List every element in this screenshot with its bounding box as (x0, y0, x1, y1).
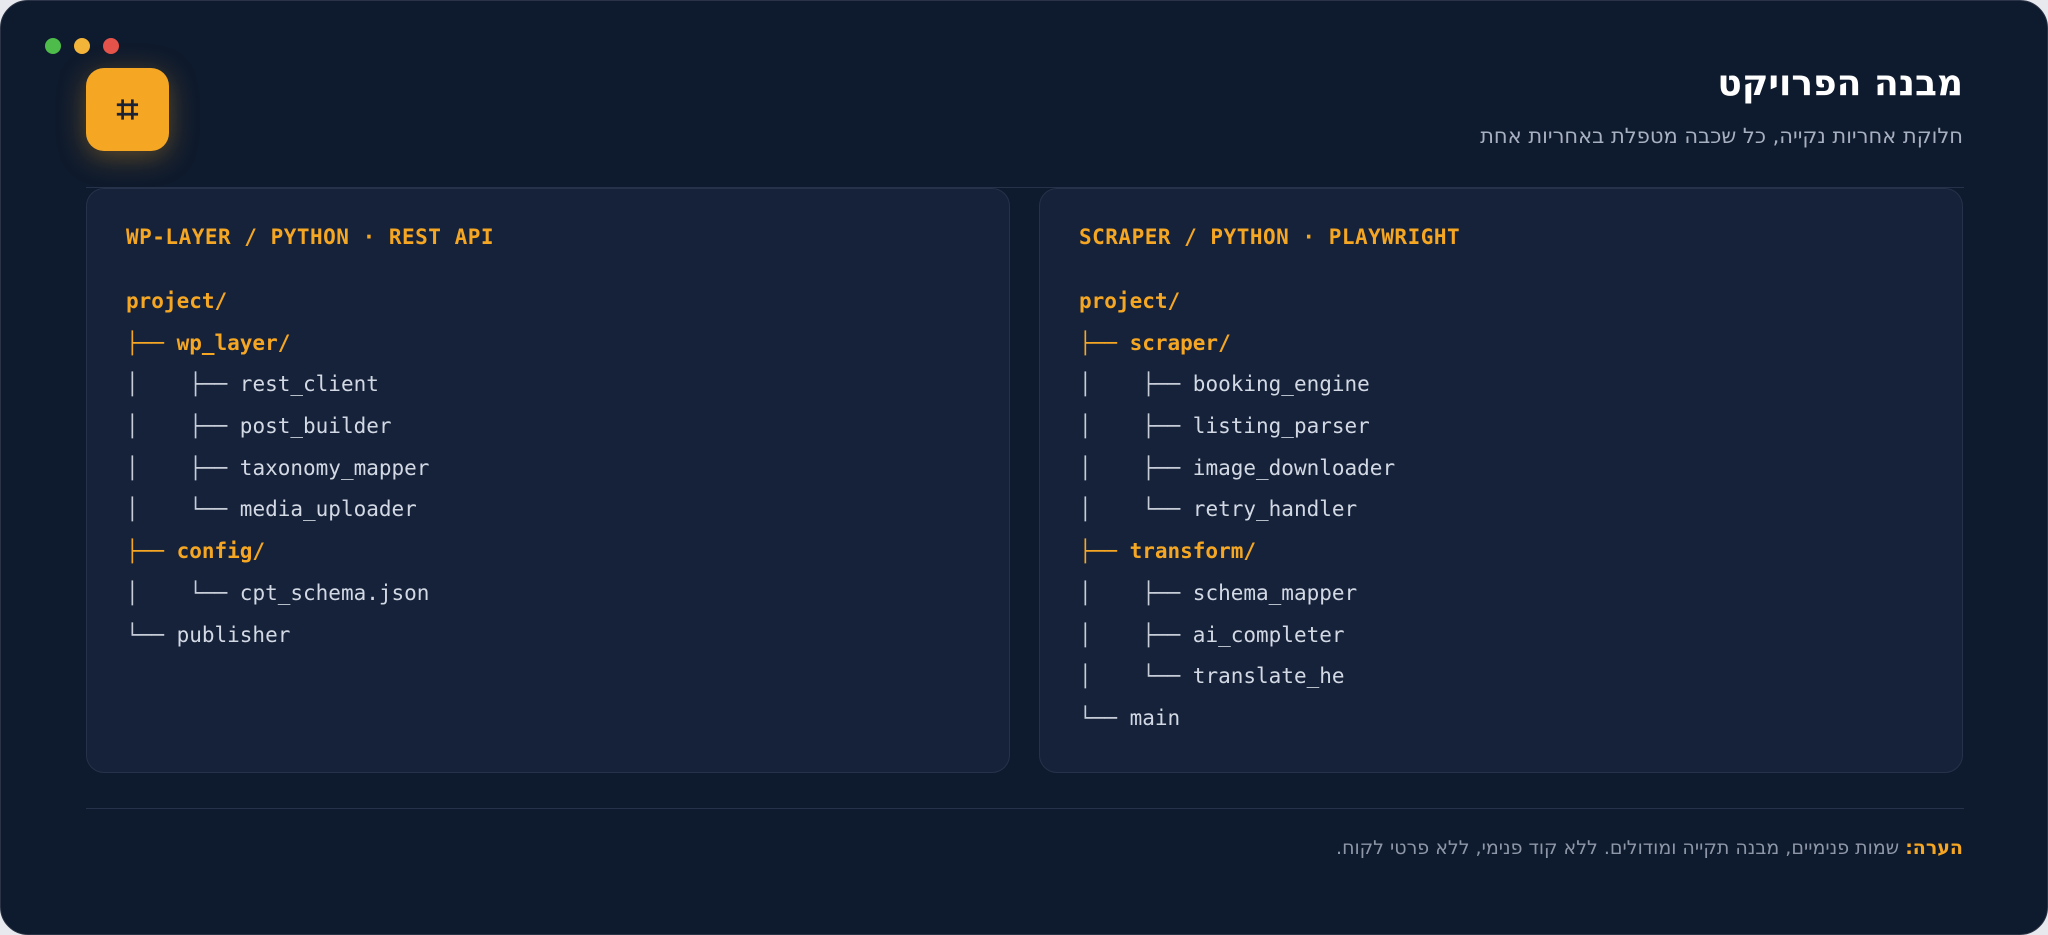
tree-entry-name: translate_he (1192, 664, 1345, 689)
tree-file: │ ├── booking_engine (1079, 364, 1395, 406)
tree-branch: │ ├── (126, 372, 240, 397)
tree-entry-name: project/ (126, 289, 228, 313)
tree-entry-name: publisher (176, 622, 291, 647)
tree-folder: ├── transform/ (1079, 531, 1395, 573)
tree-folder: ├── wp_layer/ (126, 323, 429, 365)
tree-file: │ └── cpt_schema.json (126, 573, 429, 615)
tree-entry-name: retry_handler (1192, 497, 1358, 522)
tree-branch: └── (126, 622, 177, 647)
file-tree: project/├── wp_layer/│ ├── rest_client │ … (126, 281, 429, 656)
tree-file: └── publisher (126, 615, 429, 657)
note-label: הערה: (1905, 837, 1963, 859)
tree-entry-name: taxonomy_mapper (239, 455, 430, 480)
close-button[interactable] (103, 38, 119, 54)
tree-file: │ ├── schema_mapper (1079, 573, 1395, 615)
tree-file: └── main (1079, 698, 1395, 740)
app-window: ⌗ מבנה הפרויקט חלוקת אחריות נקייה, כל שכ… (0, 0, 2048, 935)
tree-branch: │ ├── (1079, 372, 1193, 397)
tree-branch: │ └── (126, 580, 240, 605)
tree-file: │ ├── listing_parser (1079, 406, 1395, 448)
minimize-button[interactable] (74, 38, 90, 54)
panel-scraper: SCRAPER / PYTHON · PLAYWRIGHT project/ ├─… (1039, 188, 1963, 773)
panel-wp-layer: WP-LAYER / PYTHON · REST API project/ ├──… (86, 188, 1010, 773)
tree-entry-name: schema_mapper (1192, 580, 1358, 605)
tree-file: │ └── retry_handler (1079, 489, 1395, 531)
tree-entry-name: config/ (176, 539, 266, 564)
tree-branch: │ ├── (126, 455, 240, 480)
page-subtitle: חלוקת אחריות נקייה, כל שכבה מטפלת באחריו… (1480, 124, 1963, 148)
tree-folder: ├── scraper/ (1079, 323, 1395, 365)
tree-file: │ ├── ai_completer (1079, 615, 1395, 657)
tree-entry-name: image_downloader (1192, 455, 1396, 480)
tree-entry-name: ai_completer (1192, 622, 1345, 647)
tree-file: │ ├── taxonomy_mapper (126, 448, 429, 490)
tree-branch: ├── (126, 330, 177, 355)
tree-folder: ├── config/ (126, 531, 429, 573)
tree-file: │ ├── rest_client (126, 364, 429, 406)
tree-branch: │ ├── (1079, 580, 1193, 605)
tree-branch: └── (1079, 705, 1130, 730)
hash-icon: ⌗ (86, 68, 169, 151)
tree-branch: │ ├── (1079, 455, 1193, 480)
tree-entry-name: media_uploader (239, 497, 417, 522)
tree-branch: ├── (1079, 539, 1130, 564)
file-tree: project/├── scraper/│ ├── booking_engine… (1079, 281, 1395, 740)
tree-entry-name: booking_engine (1192, 372, 1370, 397)
tree-entry-name: wp_layer/ (176, 330, 291, 355)
tree-folder: project/ (1079, 281, 1395, 323)
tree-entry-name: scraper/ (1129, 330, 1231, 355)
tree-branch: │ └── (126, 497, 240, 522)
tree-entry-name: transform/ (1129, 539, 1257, 564)
tree-entry-name: post_builder (239, 414, 392, 439)
tree-branch: ├── (1079, 330, 1130, 355)
footer-note: הערה: שמות פנימיים, מבנה תקייה ומודולים.… (1336, 837, 1963, 859)
note-text: שמות פנימיים, מבנה תקייה ומודולים. ללא ק… (1336, 837, 1906, 859)
tree-entry-name: main (1129, 705, 1181, 730)
tree-branch: │ └── (1079, 664, 1193, 689)
maximize-button[interactable] (45, 38, 61, 54)
tree-branch: │ ├── (126, 414, 240, 439)
tree-file: │ └── media_uploader (126, 489, 429, 531)
tree-branch: │ ├── (1079, 622, 1193, 647)
tree-entry-name: project/ (1079, 289, 1181, 313)
tree-entry-name: cpt_schema.json (239, 580, 430, 605)
tree-file: │ ├── image_downloader (1079, 448, 1395, 490)
tree-branch: │ └── (1079, 497, 1193, 522)
tree-file: │ ├── post_builder (126, 406, 429, 448)
tree-entry-name: listing_parser (1192, 414, 1370, 439)
window-controls (45, 38, 119, 54)
panel-heading: SCRAPER / PYTHON · PLAYWRIGHT (1079, 225, 1461, 249)
tree-folder: project/ (126, 281, 429, 323)
tree-file: │ └── translate_he (1079, 656, 1395, 698)
divider (86, 808, 1964, 809)
badge-glyph: ⌗ (116, 87, 139, 131)
tree-branch: │ ├── (1079, 414, 1193, 439)
panel-heading: WP-LAYER / PYTHON · REST API (126, 225, 495, 249)
tree-branch: ├── (126, 539, 177, 564)
page-title: מבנה הפרויקט (1717, 63, 1963, 104)
tree-entry-name: rest_client (239, 372, 379, 397)
